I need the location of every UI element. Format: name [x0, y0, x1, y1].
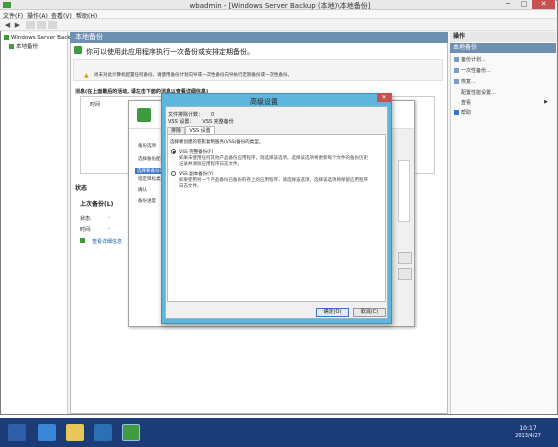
- actions-header: 操作: [450, 32, 556, 42]
- action-backup-once[interactable]: 一次性备份...: [454, 67, 491, 74]
- actions-subheader[interactable]: 本地备份: [450, 43, 556, 53]
- status-label: 状态: [75, 185, 88, 192]
- action-label: 配置性能设置...: [461, 90, 496, 96]
- tree-item-local-backup[interactable]: 本地备份: [9, 42, 38, 50]
- toolbar: ◀ ▶: [0, 19, 556, 31]
- vss-prompt: 选择要创建的卷影复制服务(VSS)备份的类型。: [170, 140, 264, 145]
- blank-icon: [454, 100, 459, 105]
- backup-icon: [9, 44, 14, 49]
- blank-icon: [454, 90, 459, 95]
- exclusions-count: 文件排除计数： 0: [168, 111, 214, 118]
- status-value: -: [108, 215, 110, 221]
- wizard-list-panel: [398, 160, 410, 222]
- vss-full-description: 如果未使用任何其他产品备份应用程序，则选择该选项。选择该选项将更新每个文件的备份…: [179, 156, 368, 167]
- powershell-icon[interactable]: [38, 424, 56, 441]
- clock-date[interactable]: 2013/4/27: [508, 433, 548, 439]
- tree-pane: Windows Server Backup 本地备份: [1, 32, 77, 414]
- file-explorer-icon[interactable]: [66, 424, 84, 441]
- vss-copy-description: 如果使用另一个产品备份已备份的卷上的应用程序，请选择该选项。选择该选项将保留应用…: [179, 178, 368, 189]
- show-hide-tree-icon[interactable]: [37, 21, 46, 29]
- wizard-step[interactable]: 备份选项: [138, 143, 156, 149]
- vss-copy-label[interactable]: VSS 副本备份(Y): [179, 171, 213, 177]
- action-configure-performance[interactable]: 配置性能设置...: [454, 89, 496, 96]
- wizard-step[interactable]: 确认: [138, 187, 147, 193]
- vss-setting-summary: VSS 设置： VSS 完整备份: [168, 118, 234, 125]
- wizard-step[interactable]: 备份进度: [138, 198, 156, 204]
- vss-value: VSS 完整备份: [202, 119, 234, 125]
- wizard-side-button[interactable]: [398, 268, 412, 280]
- dialog-close-button[interactable]: ✕: [377, 93, 391, 102]
- backup-once-icon: [454, 68, 459, 73]
- app-icon: [3, 2, 11, 8]
- ok-button[interactable]: 确定(O): [316, 308, 349, 317]
- status-key: 状态:: [80, 216, 92, 222]
- up-icon[interactable]: [26, 21, 35, 29]
- view-details-link[interactable]: 查看详细信息: [92, 238, 122, 245]
- maximize-button[interactable]: □: [516, 0, 532, 9]
- backup-icon: [4, 35, 9, 40]
- column-header-time[interactable]: 时间: [90, 101, 100, 108]
- action-label: 一次性备份...: [461, 68, 491, 74]
- vss-copy-radio[interactable]: [171, 171, 176, 176]
- action-label: 查看: [461, 100, 472, 106]
- time-key: 时间:: [80, 227, 92, 233]
- warning-text: 尚未对此计算机配置任何备份。请使用备份计划向导或一次性备份向导执行定期备份或一次…: [94, 73, 292, 78]
- tree-root[interactable]: Windows Server Backup: [4, 35, 77, 41]
- time-value: -: [108, 226, 110, 232]
- intro-text: 你可以使用此应用程序执行一次备份或安排定期备份。: [86, 48, 254, 56]
- server-manager-icon[interactable]: [8, 424, 26, 441]
- center-header: 本地备份: [70, 32, 448, 43]
- help-icon: [454, 110, 459, 115]
- minimize-button[interactable]: ─: [500, 0, 516, 9]
- action-label: 备份计划...: [461, 57, 486, 63]
- vss-key: VSS 设置：: [168, 119, 195, 125]
- menu-bar: 文件(F) 操作(A) 查看(V) 帮助(H): [0, 10, 556, 20]
- vss-full-radio[interactable]: [171, 149, 176, 154]
- action-label: 帮助: [461, 110, 472, 116]
- last-backup-label: 上次备份(L): [80, 201, 114, 208]
- details-icon: [80, 238, 85, 243]
- action-view[interactable]: 查看 ▶: [454, 99, 554, 106]
- close-button[interactable]: ✕: [532, 0, 555, 9]
- back-icon[interactable]: ◀: [3, 21, 12, 29]
- backup-icon: [74, 46, 82, 54]
- tree-root-label: Windows Server Backup: [11, 35, 78, 41]
- schedule-icon: [454, 57, 459, 62]
- action-backup-schedule[interactable]: 备份计划...: [454, 56, 486, 63]
- action-label: 恢复...: [461, 79, 476, 85]
- windows-server-backup-icon[interactable]: [122, 424, 140, 441]
- wizard-side-button[interactable]: [398, 252, 412, 264]
- help-icon[interactable]: [48, 21, 57, 29]
- vss-full-label[interactable]: VSS 完整备份(F): [179, 149, 213, 155]
- forward-icon[interactable]: ▶: [13, 21, 22, 29]
- wizard-icon: [137, 108, 151, 122]
- cancel-button[interactable]: 取消(C): [353, 308, 386, 317]
- tree-child-label: 本地备份: [16, 44, 39, 50]
- warning-icon: ▲: [84, 72, 89, 79]
- chevron-right-icon: ▶: [544, 99, 548, 105]
- title-bar: wbadmin - [Windows Server Backup (本地)\本地…: [0, 0, 556, 10]
- action-recover[interactable]: 恢复...: [454, 78, 476, 85]
- recover-icon: [454, 79, 459, 84]
- action-help[interactable]: 帮助: [454, 109, 471, 116]
- clock-time[interactable]: 10:17: [508, 425, 548, 432]
- remote-desktop-icon[interactable]: [94, 424, 112, 441]
